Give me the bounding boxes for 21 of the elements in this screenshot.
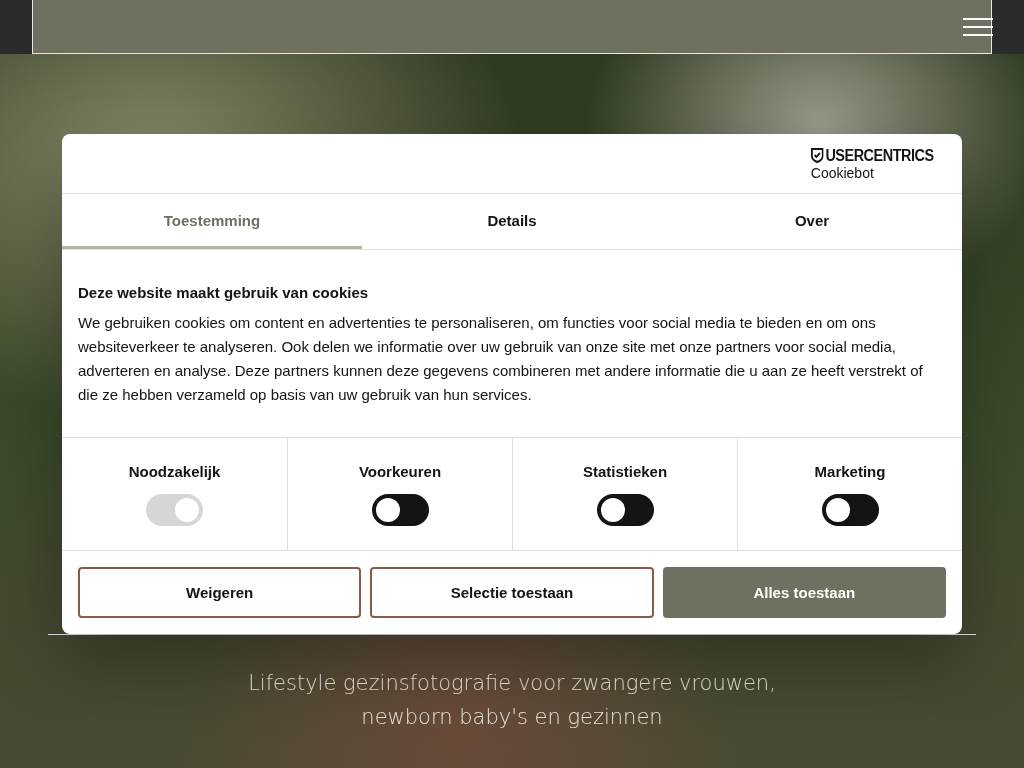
menu-icon[interactable] xyxy=(963,17,993,36)
tab[interactable]: Details xyxy=(362,194,662,249)
dialog-heading: Deze website maakt gebruik van cookies xyxy=(78,284,370,301)
category-label: Marketing xyxy=(814,463,886,480)
consent-button[interactable]: Selectie toestaan xyxy=(370,567,654,618)
accept-all-button[interactable]: Alles toestaan xyxy=(662,567,946,618)
category-label: Statistieken xyxy=(582,463,668,480)
tab[interactable]: Toestemming xyxy=(62,194,362,249)
product-name: Cookiebot xyxy=(810,164,875,181)
hero-tagline: newborn baby's en gezinnen xyxy=(361,704,663,731)
toggle-switch[interactable] xyxy=(596,494,654,526)
toggle-switch[interactable] xyxy=(371,494,429,526)
brand-name: USERCENTRICS xyxy=(825,146,934,165)
dialog-description: We gebruiken cookies om content en advertenties te personaliseren, om functies voor social media te bieden en om ons websiteverkeer te analyseren. Ook delen we informatie over uw gebruik van onze site met onze partners voor social media, adverteren en analyse. Deze partners kunnen deze gegevens combineren met andere informatie die u aan ze heeft verstrekt of die ze hebben verzameld op basis van uw gebruik van hun services. xyxy=(78,313,924,405)
consent-button[interactable]: Weigeren xyxy=(78,567,362,618)
category-label: Voorkeuren xyxy=(358,463,442,480)
toggle-switch[interactable] xyxy=(821,494,879,526)
tab[interactable]: Over xyxy=(662,194,962,249)
shield-icon xyxy=(810,148,824,163)
category-label: Noodzakelijk xyxy=(128,463,221,480)
hero-tagline: Lifestyle gezinsfotografie voor zwangere vrouwen, xyxy=(248,670,776,697)
